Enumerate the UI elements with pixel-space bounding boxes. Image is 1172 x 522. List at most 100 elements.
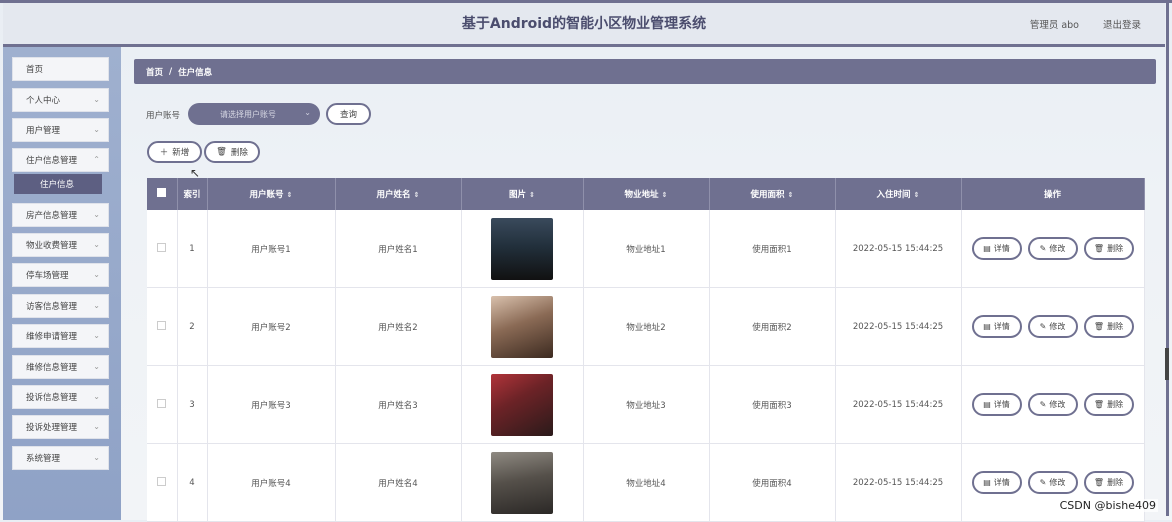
detail-button[interactable]: ▤ 详情 — [971, 315, 1022, 338]
document-icon: ▤ — [983, 478, 991, 487]
sidebar-item-profile[interactable]: 个人中心 ⌄ — [12, 88, 109, 112]
col-area[interactable]: 使用面积 ⇕ — [709, 178, 836, 210]
sidebar-item-label: 住户信息管理 — [26, 156, 78, 166]
add-button-label: 新增 — [172, 148, 190, 158]
row-checkbox[interactable] — [157, 242, 167, 252]
sort-icon[interactable]: ⇕ — [414, 191, 420, 199]
resident-photo[interactable] — [491, 451, 553, 514]
sidebar-item-users[interactable]: 用户管理 ⌄ — [12, 118, 109, 142]
edit-button[interactable]: ✎ 修改 — [1027, 471, 1078, 494]
sidebar-item-label: 系统管理 — [26, 454, 61, 464]
search-button-label: 查询 — [339, 110, 357, 120]
cell-address: 物业地址2 — [583, 287, 710, 366]
sort-icon[interactable]: ⇕ — [914, 191, 920, 199]
cell-account: 用户账号1 — [207, 210, 336, 288]
delete-button[interactable]: 🗑 删除 — [1083, 393, 1134, 416]
sidebar-item-fees[interactable]: 物业收费管理 ⌄ — [12, 233, 109, 257]
sort-icon[interactable]: ⇕ — [662, 191, 668, 199]
sidebar-item-label: 物业收费管理 — [26, 241, 78, 251]
sidebar-item-label: 停车场管理 — [26, 271, 69, 281]
resident-photo[interactable] — [491, 295, 553, 358]
chevron-down-icon: ⌄ — [93, 95, 100, 104]
chevron-down-icon: ⌄ — [93, 240, 100, 249]
delete-button[interactable]: 🗑 删除 — [1083, 471, 1134, 494]
sidebar-item-repair-requests[interactable]: 维修申请管理 ⌄ — [12, 324, 109, 348]
cell-index: 3 — [177, 365, 208, 444]
trash-icon: 🗑 — [216, 147, 227, 157]
cell-account: 用户账号4 — [207, 443, 336, 522]
resident-photo[interactable] — [491, 373, 553, 436]
table-header-row: 索引 用户账号 ⇕ 用户姓名 ⇕ 图片 ⇕ 物业地址 ⇕ 使用面积 ⇕ 入住时间 ⇕ 操作 — [147, 178, 1145, 210]
chevron-down-icon: ⌄ — [93, 453, 100, 462]
sidebar-item-resident-mgmt[interactable]: 住户信息管理 ⌃ — [12, 148, 109, 172]
sidebar-item-label: 住户信息 — [40, 180, 75, 190]
sort-icon[interactable]: ⇕ — [529, 191, 535, 199]
col-name[interactable]: 用户姓名 ⇕ — [335, 178, 462, 210]
table-row: 3 用户账号3 用户姓名3 物业地址3 使用面积3 2022-05-15 15:… — [147, 365, 1145, 444]
row-checkbox[interactable] — [157, 398, 167, 408]
breadcrumb-home[interactable]: 首页 — [146, 66, 163, 78]
select-all-cell[interactable] — [147, 178, 178, 210]
breadcrumb-current: 住户信息 — [178, 67, 213, 78]
cell-index: 1 — [177, 210, 208, 288]
chevron-down-icon: ⌄ — [93, 210, 100, 219]
delete-button[interactable]: 🗑 删除 — [1083, 315, 1134, 338]
sidebar-item-home[interactable]: 首页 — [12, 57, 109, 81]
sidebar-item-system[interactable]: 系统管理 ⌄ — [12, 446, 109, 470]
detail-button[interactable]: ▤ 详情 — [971, 393, 1022, 416]
delete-button[interactable]: 🗑 删除 — [1083, 237, 1134, 260]
cell-time: 2022-05-15 15:44:25 — [835, 287, 962, 366]
cell-area: 使用面积4 — [709, 443, 836, 522]
add-button[interactable]: ＋ 新增 — [147, 141, 202, 163]
edit-button[interactable]: ✎ 修改 — [1027, 393, 1078, 416]
logout-link[interactable]: 退出登录 — [1103, 17, 1141, 31]
cell-area: 使用面积2 — [709, 287, 836, 366]
chevron-down-icon: ⌄ — [93, 362, 100, 371]
account-select[interactable]: 请选择用户账号 ⌄ — [188, 103, 320, 125]
sidebar-item-property[interactable]: 房产信息管理 ⌄ — [12, 203, 109, 227]
document-icon: ▤ — [983, 244, 991, 253]
cell-area: 使用面积3 — [709, 365, 836, 444]
cell-account: 用户账号3 — [207, 365, 336, 444]
table-row: 4 用户账号4 用户姓名4 物业地址4 使用面积4 2022-05-15 15:… — [147, 443, 1145, 522]
col-address[interactable]: 物业地址 ⇕ — [583, 178, 710, 210]
sidebar-item-repair-info[interactable]: 维修信息管理 ⌄ — [12, 355, 109, 379]
breadcrumb-separator: / — [169, 66, 173, 77]
pencil-icon: ✎ — [1039, 400, 1047, 409]
col-image[interactable]: 图片 ⇕ — [461, 178, 584, 210]
col-time[interactable]: 入住时间 ⇕ — [835, 178, 962, 210]
pencil-icon: ✎ — [1039, 478, 1047, 487]
resident-photo[interactable] — [491, 217, 553, 280]
table-row: 1 用户账号1 用户姓名1 物业地址1 使用面积1 2022-05-15 15:… — [147, 210, 1145, 288]
sidebar-subitem-resident-info[interactable]: 住户信息 — [14, 174, 102, 194]
search-button[interactable]: 查询 — [326, 103, 371, 125]
chevron-up-icon: ⌃ — [93, 155, 100, 164]
chevron-down-icon: ⌄ — [93, 125, 100, 134]
sidebar-item-label: 投诉信息管理 — [26, 393, 78, 403]
batch-delete-button[interactable]: 🗑 删除 — [204, 141, 260, 163]
trash-icon: 🗑 — [1093, 244, 1105, 253]
scrollbar-thumb[interactable] — [1165, 348, 1169, 380]
app-header: 基于Android的智能小区物业管理系统 管理员 abo 退出登录 — [3, 3, 1165, 47]
edit-button[interactable]: ✎ 修改 — [1027, 315, 1078, 338]
chevron-down-icon: ⌄ — [304, 108, 311, 117]
sidebar-item-visitors[interactable]: 访客信息管理 ⌄ — [12, 294, 109, 318]
row-checkbox[interactable] — [157, 320, 167, 330]
cell-time: 2022-05-15 15:44:25 — [835, 210, 962, 288]
detail-button[interactable]: ▤ 详情 — [971, 237, 1022, 260]
sidebar-item-complaints[interactable]: 投诉信息管理 ⌄ — [12, 385, 109, 409]
select-all-checkbox[interactable] — [157, 188, 167, 197]
detail-button[interactable]: ▤ 详情 — [971, 471, 1022, 494]
edit-button[interactable]: ✎ 修改 — [1027, 237, 1078, 260]
sidebar-item-parking[interactable]: 停车场管理 ⌄ — [12, 263, 109, 287]
sidebar-item-label: 用户管理 — [26, 126, 61, 136]
sidebar-item-complaint-handling[interactable]: 投诉处理管理 ⌄ — [12, 415, 109, 439]
sort-icon[interactable]: ⇕ — [788, 191, 794, 199]
row-checkbox[interactable] — [157, 476, 167, 486]
col-account[interactable]: 用户账号 ⇕ — [207, 178, 336, 210]
cell-address: 物业地址3 — [583, 365, 710, 444]
sidebar-item-label: 维修申请管理 — [26, 332, 78, 342]
pencil-icon: ✎ — [1039, 322, 1047, 331]
cell-time: 2022-05-15 15:44:25 — [835, 443, 962, 522]
sort-icon[interactable]: ⇕ — [287, 191, 293, 199]
